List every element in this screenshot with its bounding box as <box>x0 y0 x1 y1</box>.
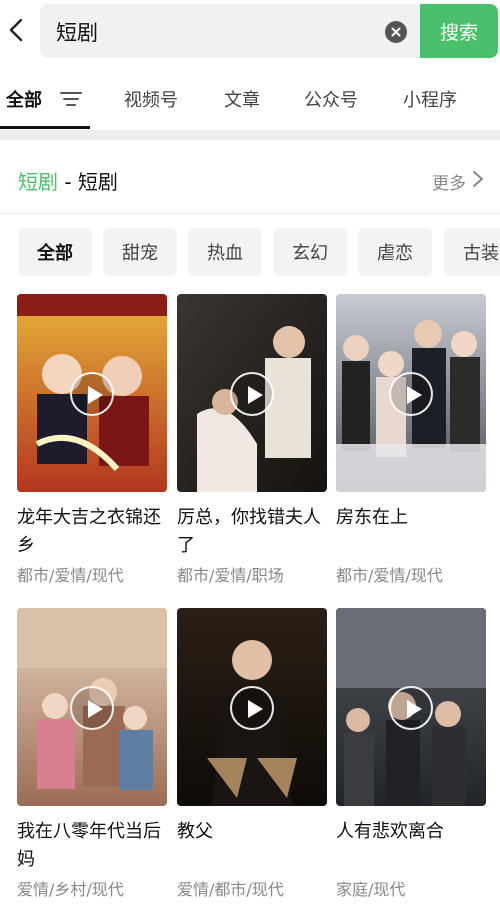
drama-title: 龙年大吉之衣锦还乡 <box>17 507 161 556</box>
divider <box>0 130 500 140</box>
chip-sweet[interactable]: 甜宠 <box>103 228 177 276</box>
drama-poster[interactable] <box>336 608 486 806</box>
tab-articles[interactable]: 文章 <box>224 86 260 112</box>
tab-all[interactable]: 全部 <box>6 86 42 112</box>
drama-card[interactable]: 龙年大吉之衣锦还乡 都市/爱情/现代 <box>17 294 167 586</box>
chip-costume[interactable]: 古装 <box>444 228 500 276</box>
section-title-rest: - 短剧 <box>58 170 118 194</box>
section-title-keyword: 短剧 <box>18 170 58 194</box>
more-link[interactable]: 更多 <box>432 169 466 194</box>
search-row: 短剧 搜索 <box>0 0 500 62</box>
clear-icon[interactable] <box>385 21 407 43</box>
section-header: 短剧 - 短剧 更多 <box>0 140 500 214</box>
drama-tags: 爱情/都市/现代 <box>177 880 284 899</box>
chip-hot-blood[interactable]: 热血 <box>188 228 262 276</box>
drama-tags: 爱情/乡村/现代 <box>17 880 124 899</box>
drama-poster[interactable] <box>336 294 486 492</box>
active-tab-indicator <box>0 126 90 129</box>
drama-poster[interactable] <box>177 608 327 806</box>
tab-channels[interactable]: 视频号 <box>124 86 178 112</box>
drama-card[interactable]: 人有悲欢离合 家庭/现代 <box>336 608 486 900</box>
drama-title: 教父 <box>177 821 213 842</box>
category-chips: 全部 甜宠 热血 玄幻 虐恋 古装 <box>0 228 500 278</box>
filter-icon[interactable] <box>60 90 82 108</box>
drama-title: 房东在上 <box>336 507 408 528</box>
chip-all[interactable]: 全部 <box>18 228 92 276</box>
search-button[interactable]: 搜索 <box>420 4 498 58</box>
chevron-right-icon[interactable] <box>472 170 484 188</box>
drama-card[interactable]: 厉总，你找错夫人了 都市/爱情/职场 <box>177 294 327 586</box>
tab-official-accounts[interactable]: 公众号 <box>304 86 358 112</box>
drama-tags: 都市/爱情/现代 <box>336 566 443 585</box>
back-icon[interactable] <box>4 14 28 46</box>
play-icon[interactable] <box>70 686 114 730</box>
drama-poster[interactable] <box>17 294 167 492</box>
drama-title: 人有悲欢离合 <box>336 821 444 842</box>
drama-tags: 家庭/现代 <box>336 880 406 899</box>
drama-card[interactable]: 我在八零年代当后妈 爱情/乡村/现代 <box>17 608 167 900</box>
drama-title: 我在八零年代当后妈 <box>17 821 161 870</box>
drama-tags: 都市/爱情/职场 <box>177 566 284 585</box>
drama-poster[interactable] <box>17 608 167 806</box>
chip-tragic-love[interactable]: 虐恋 <box>358 228 432 276</box>
chip-fantasy[interactable]: 玄幻 <box>273 228 347 276</box>
play-icon[interactable] <box>389 686 433 730</box>
tab-bar: 全部 视频号 文章 公众号 小程序 <box>0 74 500 130</box>
drama-poster[interactable] <box>177 294 327 492</box>
search-input[interactable]: 短剧 <box>40 4 420 58</box>
drama-tags: 都市/爱情/现代 <box>17 566 124 585</box>
drama-card[interactable]: 房东在上 都市/爱情/现代 <box>336 294 486 586</box>
search-query: 短剧 <box>56 21 98 45</box>
play-icon[interactable] <box>70 372 114 416</box>
play-icon[interactable] <box>389 372 433 416</box>
play-icon[interactable] <box>230 686 274 730</box>
play-icon[interactable] <box>230 372 274 416</box>
tab-mini-programs[interactable]: 小程序 <box>403 86 457 112</box>
drama-title: 厉总，你找错夫人了 <box>177 507 321 556</box>
drama-card[interactable]: 教父 爱情/都市/现代 <box>177 608 327 900</box>
section-title: 短剧 - 短剧 <box>18 166 118 195</box>
